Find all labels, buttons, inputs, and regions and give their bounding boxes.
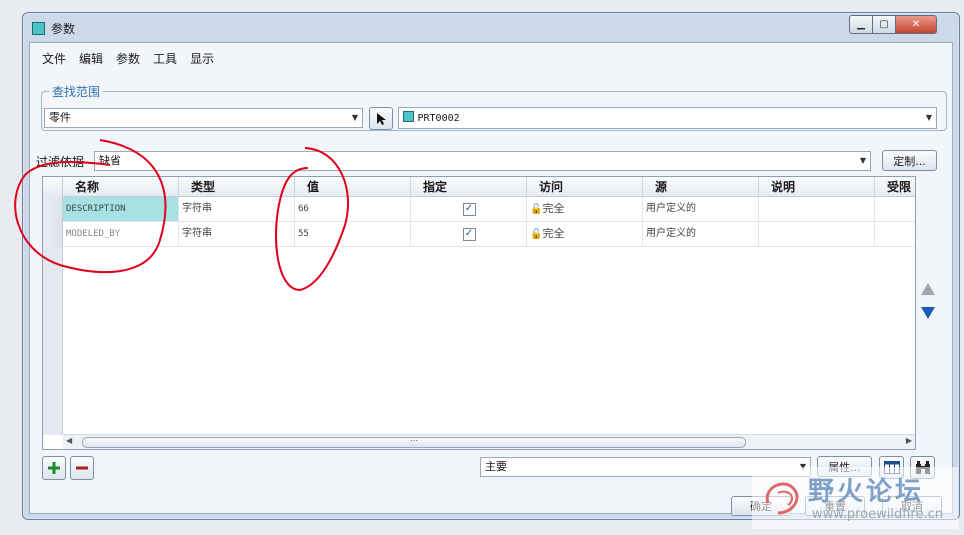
menu-tools[interactable]: 工具 bbox=[153, 50, 177, 67]
minus-icon bbox=[76, 466, 88, 470]
menu-edit[interactable]: 编辑 bbox=[79, 50, 103, 67]
checkbox-checked[interactable]: ✓ bbox=[462, 228, 476, 241]
scope-type-select[interactable]: 零件 ▼ bbox=[44, 108, 363, 128]
filter-label: 过滤依据 bbox=[36, 155, 85, 169]
maximize-button[interactable]: ▢ bbox=[872, 15, 896, 34]
dialog-body: 文件 编辑 参数 工具 显示 查找范围 零件 ▼ PRT0002 ▼ 过滤依据 … bbox=[29, 42, 953, 516]
scroll-right-icon[interactable]: ▶ bbox=[906, 436, 912, 445]
scroll-thumb[interactable]: ⋯ bbox=[82, 437, 746, 448]
table-cell-name[interactable]: MODELED_BY bbox=[63, 222, 179, 247]
customize-button[interactable]: 定制... bbox=[882, 150, 937, 171]
column-header-description[interactable]: 说明 bbox=[759, 177, 875, 197]
checkbox-checked[interactable]: ✓ bbox=[462, 203, 476, 216]
lock-icon: 🔓 bbox=[530, 229, 543, 240]
cursor-arrow-icon bbox=[377, 112, 386, 125]
table-cell-type[interactable]: 字符串 bbox=[179, 197, 295, 222]
move-down-icon[interactable] bbox=[921, 307, 935, 319]
scope-object-select[interactable]: PRT0002 ▼ bbox=[398, 107, 937, 129]
column-header-restricted[interactable]: 受限 bbox=[875, 177, 915, 197]
move-up-icon[interactable] bbox=[921, 283, 935, 295]
parameters-table: 名称 类型 值 指定 访问 源 说明 受限 DESCRIPTION 字符串 66… bbox=[42, 176, 916, 450]
chevron-down-icon: ▼ bbox=[859, 156, 866, 165]
close-button[interactable]: ✕ bbox=[895, 15, 937, 34]
title-bar: 参数 ▁ ▢ ✕ bbox=[23, 13, 959, 41]
table-cell-description[interactable] bbox=[759, 222, 875, 247]
scope-type-value: 零件 bbox=[49, 111, 71, 124]
select-object-button[interactable] bbox=[369, 107, 393, 130]
menu-file[interactable]: 文件 bbox=[42, 50, 66, 67]
watermark-logo-icon bbox=[765, 482, 799, 515]
watermark: 野火论坛 www.proewildfire.cn bbox=[752, 467, 958, 529]
scope-group-title: 查找范围 bbox=[49, 83, 104, 100]
main-view-value: 主要 bbox=[485, 460, 507, 473]
table-cell-access[interactable]: 🔓完全 bbox=[527, 222, 643, 247]
chevron-down-icon: ▼ bbox=[925, 113, 932, 122]
row-header-empty bbox=[43, 247, 63, 435]
corner-header bbox=[43, 177, 63, 197]
table-cell-source[interactable]: 用户定义的 bbox=[643, 197, 759, 222]
horizontal-scrollbar[interactable]: ◀ ⋯ ▶ bbox=[63, 434, 915, 449]
window-title: 参数 bbox=[51, 22, 76, 36]
column-header-type[interactable]: 类型 bbox=[179, 177, 295, 197]
scope-object-value: PRT0002 bbox=[417, 113, 460, 124]
menu-bar: 文件 编辑 参数 工具 显示 bbox=[42, 50, 214, 67]
watermark-title: 野火论坛 bbox=[808, 477, 925, 507]
watermark-url: www.proewildfire.cn bbox=[812, 507, 943, 522]
menu-display[interactable]: 显示 bbox=[190, 50, 214, 67]
table-cell-source[interactable]: 用户定义的 bbox=[643, 222, 759, 247]
chevron-down-icon: ▼ bbox=[351, 113, 358, 122]
parameters-dialog: 参数 ▁ ▢ ✕ 文件 编辑 参数 工具 显示 查找范围 零件 ▼ PRT000… bbox=[22, 12, 960, 520]
table-cell-restricted[interactable] bbox=[875, 222, 915, 247]
menu-parameters[interactable]: 参数 bbox=[116, 50, 140, 67]
part-icon bbox=[403, 111, 414, 122]
plus-icon bbox=[48, 462, 60, 474]
column-header-source[interactable]: 源 bbox=[643, 177, 759, 197]
table-cell-name[interactable]: DESCRIPTION bbox=[63, 197, 179, 222]
filter-select[interactable]: 缺省 ▼ bbox=[94, 151, 871, 171]
column-header-access[interactable]: 访问 bbox=[527, 177, 643, 197]
access-label: 完全 bbox=[542, 227, 565, 240]
row-header[interactable] bbox=[43, 222, 63, 247]
minimize-button[interactable]: ▁ bbox=[849, 15, 873, 34]
table-cell-designated[interactable]: ✓ bbox=[411, 197, 527, 222]
lock-icon: 🔓 bbox=[530, 204, 543, 215]
scroll-left-icon[interactable]: ◀ bbox=[66, 436, 72, 445]
filter-value: 缺省 bbox=[99, 154, 121, 167]
column-header-value[interactable]: 值 bbox=[295, 177, 411, 197]
column-header-designated[interactable]: 指定 bbox=[411, 177, 527, 197]
add-parameter-button[interactable] bbox=[42, 456, 66, 480]
table-cell-designated[interactable]: ✓ bbox=[411, 222, 527, 247]
row-header[interactable] bbox=[43, 197, 63, 222]
app-icon bbox=[32, 22, 45, 35]
table-cell-value[interactable]: 55 bbox=[295, 222, 411, 247]
table-cell-restricted[interactable] bbox=[875, 197, 915, 222]
table-cell-type[interactable]: 字符串 bbox=[179, 222, 295, 247]
table-cell-description[interactable] bbox=[759, 197, 875, 222]
column-header-name[interactable]: 名称 bbox=[63, 177, 179, 197]
access-label: 完全 bbox=[542, 202, 565, 215]
remove-parameter-button[interactable] bbox=[70, 456, 94, 480]
table-cell-access[interactable]: 🔓完全 bbox=[527, 197, 643, 222]
table-cell-value[interactable]: 66 bbox=[295, 197, 411, 222]
